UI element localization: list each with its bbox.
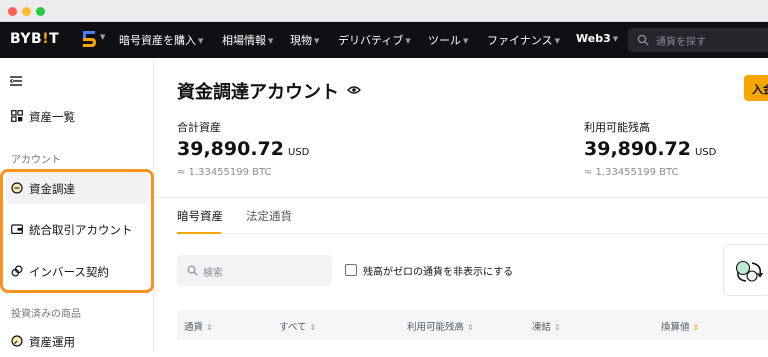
nav-buy-crypto[interactable]: 暗号資産を購入 ▼ <box>119 32 203 48</box>
available-balance-label: 利用可能残高 <box>584 121 650 134</box>
total-assets-label: 合計資産 <box>177 121 221 134</box>
section-label-invested: 投資済みの商品 <box>11 309 81 320</box>
sidebar-item-label: 資産運用 <box>29 335 75 349</box>
sort-icon: ⇕ <box>467 323 474 332</box>
total-assets-value: 39,890.72 USD <box>177 138 310 160</box>
asset-table-header: 通貨 ⇕ すべて ⇕ 利用可能残高 ⇕ 凍結 ⇕ 換算値 ⇕ <box>177 310 768 340</box>
sidebar-item-overview[interactable]: 資産一覧 <box>6 100 148 132</box>
chevron-down-icon: ▼ <box>554 37 560 45</box>
column-header-converted-value[interactable]: 換算値 ⇕ <box>661 319 699 333</box>
nav-web3[interactable]: Web3 ▼ <box>576 32 618 45</box>
chevron-down-icon: ▼ <box>314 37 320 45</box>
section-divider <box>155 197 768 198</box>
section-label-account: アカウント <box>11 155 61 166</box>
main-content: 資金調達アカウント 入金 合計資産 39,890.72USD ≈ 1.33455… <box>155 58 768 352</box>
asset-search-placeholder: 検索 <box>203 268 223 279</box>
active-tab-indicator <box>177 232 221 234</box>
search-icon <box>187 265 198 276</box>
total-assets-btc: ≈ 1.33455199 BTC <box>177 167 272 178</box>
chevron-down-icon: ▼ <box>612 35 619 43</box>
search-icon <box>637 34 649 46</box>
earn-gauge-icon <box>11 335 23 347</box>
hide-zero-balance-label[interactable]: 残高がゼロの通貨を非表示にする <box>363 263 513 278</box>
available-balance-unit: USD <box>694 147 717 158</box>
column-header-currency[interactable]: 通貨 ⇕ <box>184 319 213 333</box>
hide-zero-balance-checkbox[interactable] <box>345 264 357 276</box>
deposit-button[interactable]: 入金 <box>744 75 768 101</box>
account-group-highlight <box>0 169 154 293</box>
chevron-down-icon: ▼ <box>198 37 204 45</box>
search-placeholder: 通貨を探す <box>656 37 706 48</box>
sort-icon: ⇕ <box>206 323 213 332</box>
apps-menu-caret-icon: ▼ <box>100 33 106 41</box>
available-balance-btc: ≈ 1.33455199 BTC <box>584 167 679 178</box>
collapse-menu-icon[interactable] <box>10 76 22 86</box>
top-navbar: BYB!T ▼ 暗号資産を購入 ▼ 相場情報 ▼ 現物 ▼ デリバティブ ▼ ツール ▼ … <box>0 22 768 58</box>
tab-fiat[interactable]: 法定通貨 <box>246 208 292 224</box>
asset-search-input[interactable]: 検索 <box>177 255 332 286</box>
eye-icon[interactable] <box>347 85 361 95</box>
tab-crypto[interactable]: 暗号資産 <box>177 208 223 224</box>
nav-finance[interactable]: ファイナンス ▼ <box>487 32 560 48</box>
sort-icon: ⇕ <box>692 323 700 332</box>
chevron-down-icon: ▼ <box>405 37 411 45</box>
tabs-underline-track <box>177 233 768 234</box>
nav-spot[interactable]: 現物 ▼ <box>290 32 319 48</box>
convert-refresh-icon <box>735 260 764 282</box>
column-header-available[interactable]: 利用可能残高 ⇕ <box>407 319 474 333</box>
window-close-button[interactable] <box>8 7 17 16</box>
column-header-frozen[interactable]: 凍結 ⇕ <box>532 319 561 333</box>
sidebar-item-label: 資産一覧 <box>29 110 75 124</box>
nav-tools[interactable]: ツール ▼ <box>428 32 468 48</box>
sidebar-item-earn[interactable]: 資産運用 <box>6 325 148 357</box>
grid-icon <box>11 110 23 122</box>
global-search-input[interactable]: 通貨を探す <box>628 28 768 52</box>
window-titlebar <box>0 0 768 22</box>
chevron-down-icon: ▼ <box>463 37 469 45</box>
column-header-all[interactable]: すべて ⇕ <box>279 319 316 333</box>
chevron-down-icon: ▼ <box>268 37 274 45</box>
nav-markets[interactable]: 相場情報 ▼ <box>222 32 273 48</box>
apps-menu-icon[interactable] <box>82 30 98 48</box>
window-minimize-button[interactable] <box>22 7 31 16</box>
page-title: 資金調達アカウント <box>177 82 339 103</box>
nav-derivatives[interactable]: デリバティブ ▼ <box>338 32 411 48</box>
sort-icon: ⇕ <box>554 323 561 332</box>
available-balance-value: 39,890.72 USD <box>584 138 717 160</box>
sort-icon: ⇕ <box>309 323 317 332</box>
window-maximize-button[interactable] <box>36 7 45 16</box>
convert-promo-card[interactable] <box>723 244 768 296</box>
bybit-logo[interactable]: BYB!T <box>10 31 59 47</box>
total-assets-unit: USD <box>287 147 310 158</box>
